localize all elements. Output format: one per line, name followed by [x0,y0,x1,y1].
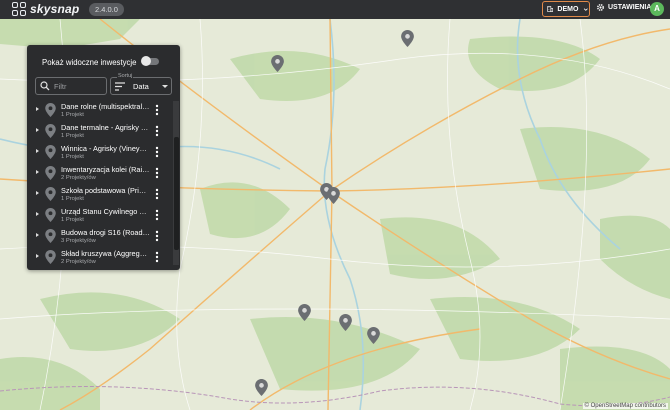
map-pin-icon[interactable] [298,304,311,321]
more-vertical-icon[interactable] [155,188,159,200]
logo-icon [12,2,26,16]
item-count: 2 Projekty/ów [61,175,96,181]
sort-caption: Sortuj [117,73,134,79]
caret-down-icon [162,85,168,88]
list-item[interactable]: Winnica - Agrisky (Vineyard) 1 Projekt [27,143,173,164]
more-vertical-icon[interactable] [155,167,159,179]
map-pin-icon[interactable] [255,379,268,396]
filter-field[interactable] [35,77,107,95]
gear-icon [597,4,604,11]
list-item[interactable]: Szkoła podstawowa (Primary school) 1 Pro… [27,185,173,206]
version-badge: 2.4.0.0 [89,3,124,16]
list-item[interactable]: Dane termalne - Agrisky (Thermal) 1 Proj… [27,122,173,143]
expand-arrow-icon[interactable] [36,170,39,174]
item-count: 2 Projekty/ów [61,259,96,265]
item-name: Winnica - Agrisky (Vineyard) [61,144,150,153]
toggle-knob [141,56,151,66]
logo-text: skysnap [30,2,80,16]
map-attribution[interactable]: © OpenStreetMap contributors [582,403,668,409]
map-pin-icon [45,145,56,159]
map-pin-icon [45,250,56,264]
map-pin-icon[interactable] [271,55,284,72]
filter-input[interactable] [54,80,104,92]
more-vertical-icon[interactable] [155,230,159,242]
workspace-selector[interactable]: DEMO [542,1,590,17]
map-pin-icon [45,166,56,180]
investments-panel: Pokaż widoczne inwestycje Sortuj Data Da… [27,45,180,270]
item-count: 1 Projekt [61,196,84,202]
more-vertical-icon[interactable] [155,251,159,263]
item-name: Skład kruszywa (Aggregate) [61,249,150,258]
top-bar: skysnap 2.4.0.0 DEMO USTAWIENIA A [0,0,670,19]
map-pin-icon [45,103,56,117]
map-pin-icon [45,229,56,243]
sort-select[interactable]: Sortuj Data [110,73,172,95]
list-scrollbar[interactable] [173,101,179,265]
settings-label: USTAWIENIA [608,4,652,11]
map-pin-icon[interactable] [401,30,414,47]
item-name: Budowa drogi S16 (Road construction) [61,228,150,237]
visible-investments-toggle-row: Pokaż widoczne inwestycje [42,56,167,69]
chevron-down-icon [584,7,589,11]
item-count: 1 Projekt [61,154,84,160]
map-pin-icon[interactable] [339,314,352,331]
visible-investments-label: Pokaż widoczne inwestycje [42,58,137,67]
more-vertical-icon[interactable] [155,125,159,137]
item-name: Inwentaryzacja kolei (Railway) [61,165,150,174]
map-pin-icon[interactable] [367,327,380,344]
more-vertical-icon[interactable] [155,104,159,116]
item-name: Urząd Stanu Cywilnego Office [61,207,150,216]
sort-value: Data [133,82,149,91]
avatar[interactable]: A [650,2,664,16]
building-icon [547,6,554,12]
list-item[interactable]: Inwentaryzacja kolei (Railway) 2 Projekt… [27,164,173,185]
sort-icon [115,82,125,91]
map-pin-icon[interactable] [327,187,340,204]
workspace-label: DEMO [557,5,579,13]
item-count: 1 Projekt [61,133,84,139]
search-icon [40,81,50,91]
expand-arrow-icon[interactable] [36,149,39,153]
investment-list: Dane rolne (multispektralne) 1 Projekt D… [27,101,173,265]
list-item[interactable]: Budowa drogi S16 (Road construction) 3 P… [27,227,173,248]
item-name: Dane termalne - Agrisky (Thermal) [61,123,150,132]
expand-arrow-icon[interactable] [36,128,39,132]
list-item[interactable]: Dane rolne (multispektralne) 1 Projekt [27,101,173,122]
item-name: Szkoła podstawowa (Primary school) [61,186,150,195]
more-vertical-icon[interactable] [155,209,159,221]
expand-arrow-icon[interactable] [36,233,39,237]
item-count: 1 Projekt [61,217,84,223]
scrollbar-thumb[interactable] [174,137,179,250]
map-pin-icon [45,208,56,222]
expand-arrow-icon[interactable] [36,107,39,111]
list-item[interactable]: Urząd Stanu Cywilnego Office 1 Projekt [27,206,173,227]
list-item[interactable]: Skład kruszywa (Aggregate) 2 Projekty/ów [27,248,173,265]
visible-investments-toggle[interactable] [141,56,159,66]
expand-arrow-icon[interactable] [36,191,39,195]
item-count: 1 Projekt [61,112,84,118]
item-name: Dane rolne (multispektralne) [61,102,150,111]
logo[interactable]: skysnap [12,2,79,16]
expand-arrow-icon[interactable] [36,212,39,216]
map-pin-icon [45,187,56,201]
map-pin-icon [45,124,56,138]
more-vertical-icon[interactable] [155,146,159,158]
settings-button[interactable]: USTAWIENIA [596,3,651,12]
expand-arrow-icon[interactable] [36,254,39,258]
item-count: 3 Projekty/ów [61,238,96,244]
